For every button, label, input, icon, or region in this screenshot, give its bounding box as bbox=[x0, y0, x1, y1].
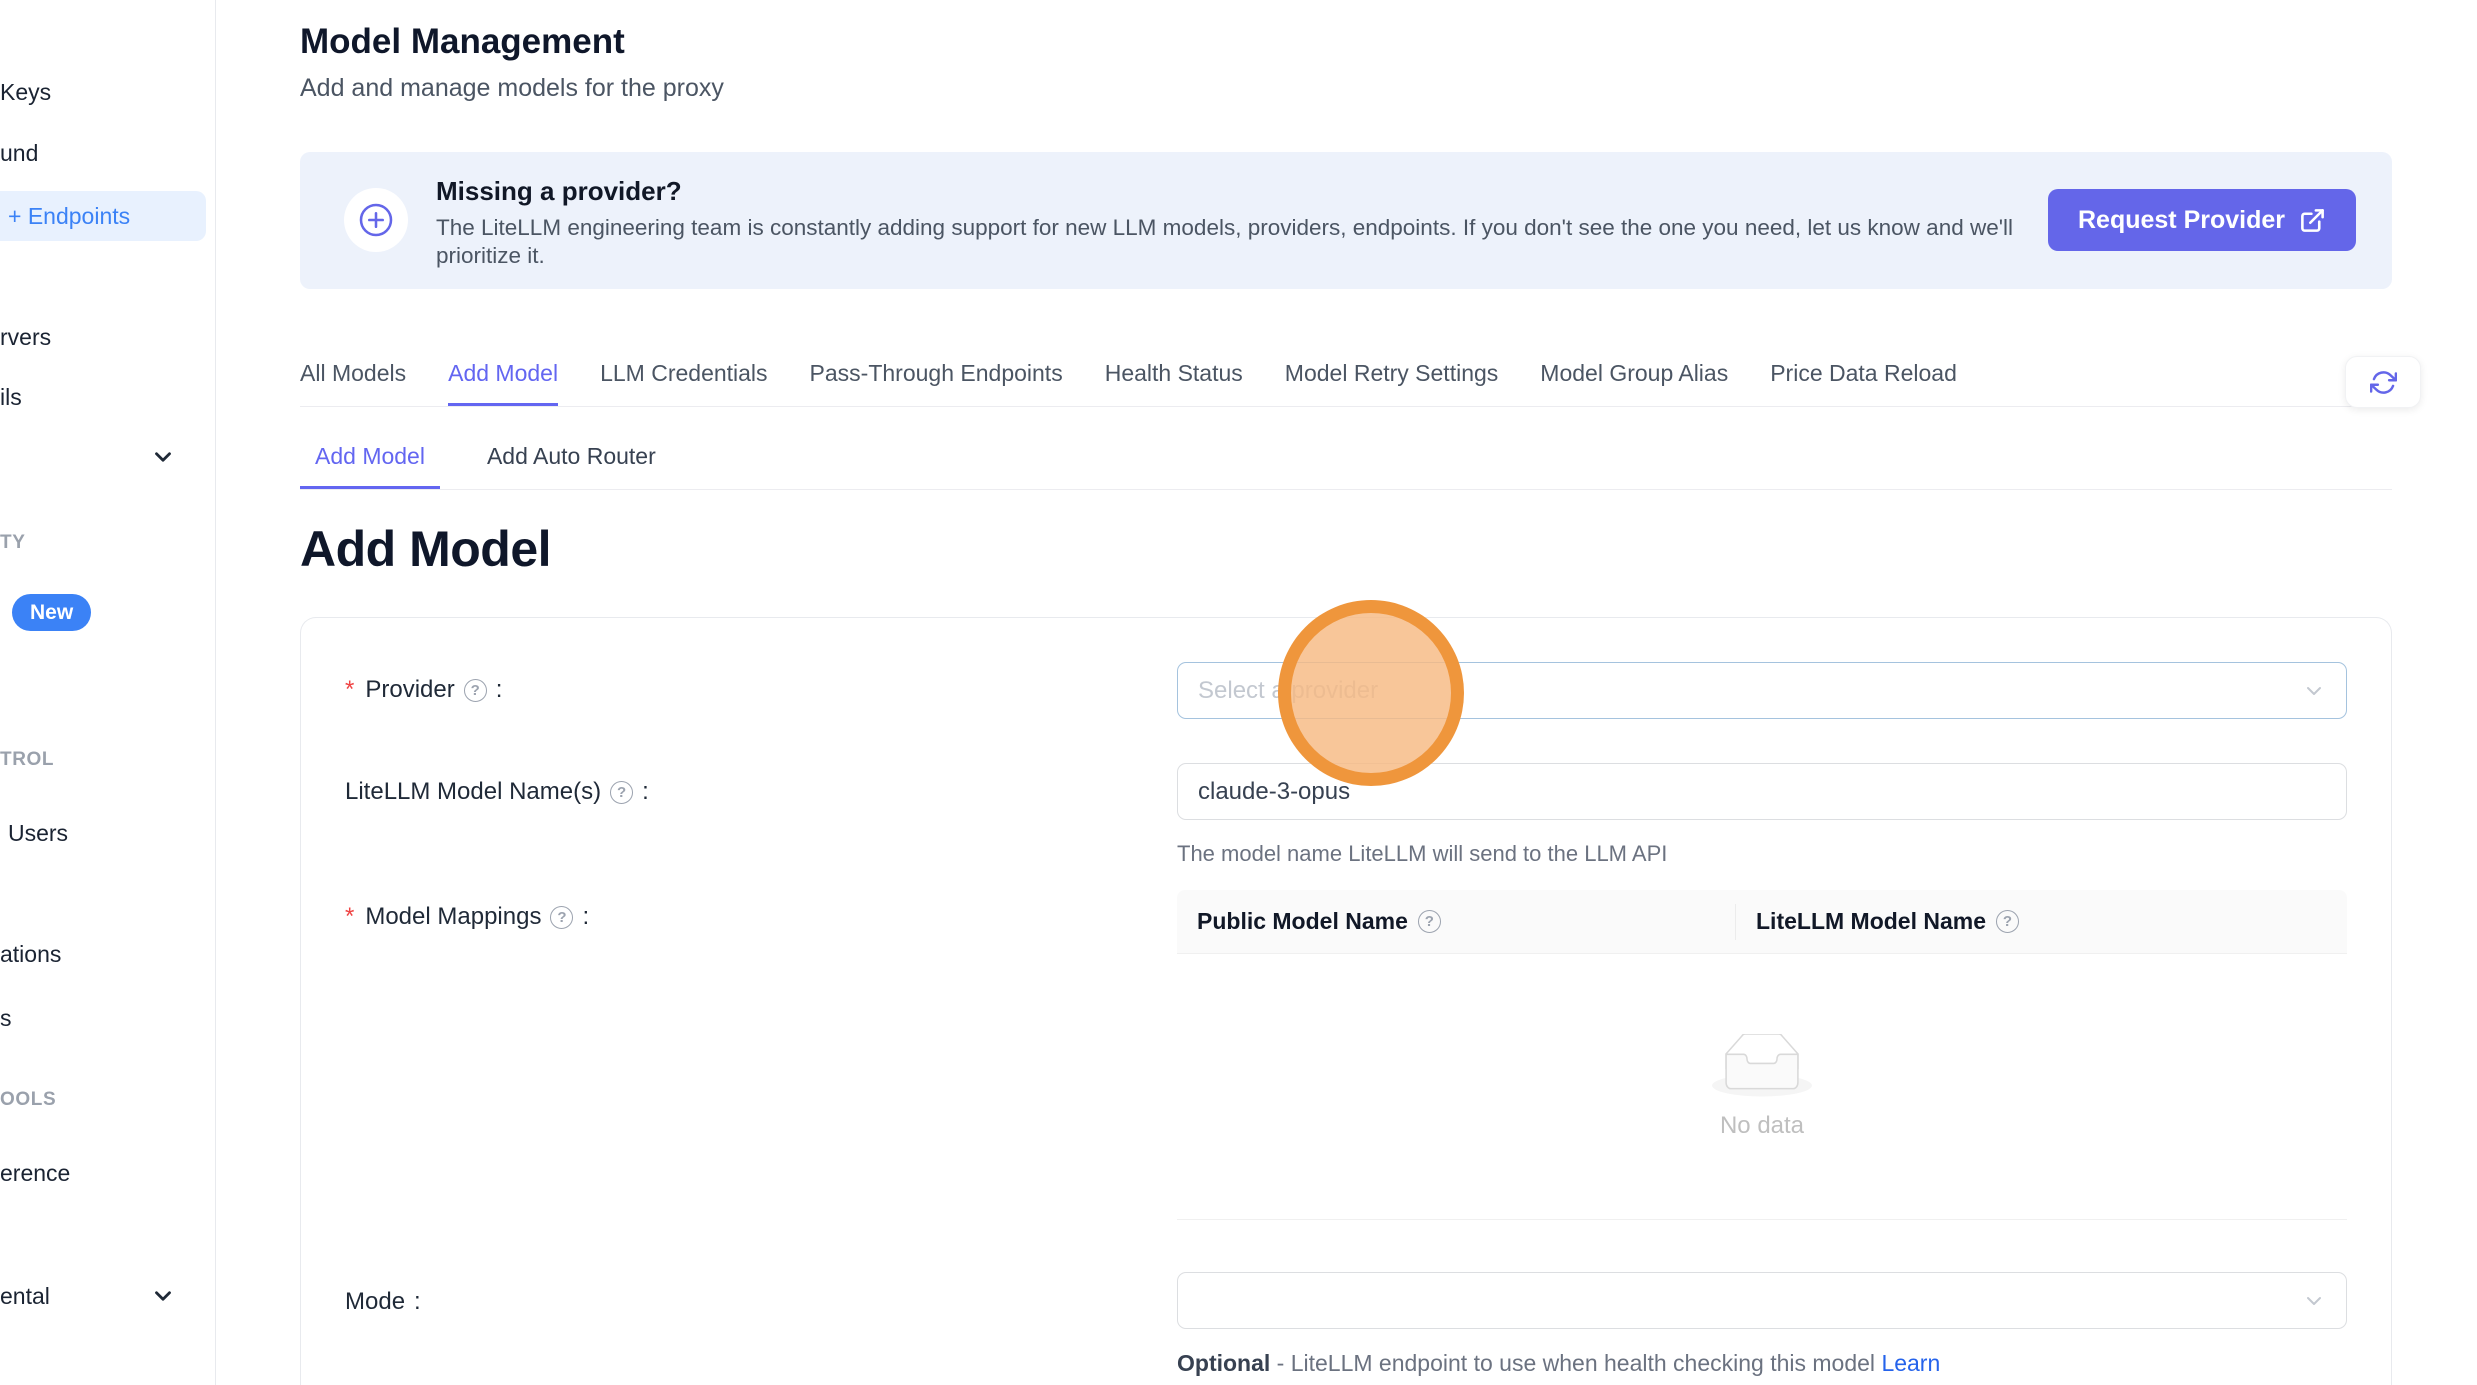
banner-body: The LiteLLM engineering team is constant… bbox=[436, 214, 2036, 270]
tab-all-models[interactable]: All Models bbox=[300, 360, 406, 406]
sidebar-item-playground[interactable]: und bbox=[0, 140, 38, 167]
help-icon[interactable]: ? bbox=[1996, 910, 2019, 933]
sidebar-item-new-feature[interactable]: New bbox=[12, 594, 91, 631]
sidebar-item-servers[interactable]: rvers bbox=[0, 324, 51, 351]
sidebar-item-label: ations bbox=[0, 941, 61, 967]
sidebar-item-api-reference[interactable]: erence bbox=[0, 1160, 70, 1187]
missing-provider-banner: Missing a provider? The LiteLLM engineer… bbox=[300, 152, 2392, 289]
sidebar-item-virtual-keys[interactable]: Keys bbox=[0, 79, 51, 106]
request-provider-button[interactable]: Request Provider bbox=[2048, 189, 2356, 251]
tab-price-data-reload[interactable]: Price Data Reload bbox=[1770, 360, 1957, 406]
model-tabs: All Models Add Model LLM Credentials Pas… bbox=[300, 360, 2392, 407]
provider-select[interactable]: Select a provider bbox=[1177, 662, 2347, 719]
column-label: Public Model Name bbox=[1197, 908, 1408, 935]
sidebar-collapsed-group[interactable] bbox=[150, 444, 176, 470]
add-model-subtabs: Add Model Add Auto Router bbox=[300, 443, 2392, 490]
provider-select-placeholder: Select a provider bbox=[1198, 677, 1378, 705]
sidebar-item-label: Keys bbox=[0, 79, 51, 105]
empty-inbox-icon bbox=[1712, 1034, 1812, 1098]
mode-helper-text: - LiteLLM endpoint to use when health ch… bbox=[1270, 1350, 1881, 1376]
provider-label: * Provider ? : bbox=[345, 676, 502, 704]
model-name-label-text: LiteLLM Model Name(s) bbox=[345, 778, 601, 806]
sidebar-item-label: + Endpoints bbox=[8, 203, 130, 230]
mode-label: Mode : bbox=[345, 1288, 421, 1316]
refresh-icon bbox=[2370, 369, 2397, 396]
tab-add-model[interactable]: Add Model bbox=[448, 360, 558, 406]
sidebar-section-header: TY bbox=[0, 532, 25, 554]
model-mappings-table: Public Model Name ? LiteLLM Model Name ?… bbox=[1177, 890, 2347, 1220]
request-provider-label: Request Provider bbox=[2078, 206, 2285, 235]
subtab-add-auto-router[interactable]: Add Auto Router bbox=[472, 443, 671, 489]
chevron-down-icon bbox=[2302, 679, 2326, 703]
sidebar-item-guardrails[interactable]: ils bbox=[0, 384, 22, 411]
provider-label-text: Provider bbox=[365, 676, 454, 704]
column-litellm-model-name: LiteLLM Model Name ? bbox=[1735, 904, 2019, 940]
litellm-admin-app: Keys und + Endpoints rvers ils TY New TR… bbox=[0, 0, 2477, 1385]
external-link-icon bbox=[2299, 207, 2326, 234]
plus-circle-icon bbox=[358, 202, 394, 238]
tab-model-retry-settings[interactable]: Model Retry Settings bbox=[1285, 360, 1498, 406]
sidebar-item-experimental-chevron[interactable] bbox=[150, 1283, 176, 1309]
sidebar-item-teams[interactable]: s bbox=[0, 1005, 12, 1032]
model-name-input-wrap bbox=[1177, 763, 2347, 820]
page-title: Model Management bbox=[300, 22, 625, 62]
sidebar-item-label: und bbox=[0, 140, 38, 166]
new-badge: New bbox=[30, 601, 73, 625]
model-name-label: LiteLLM Model Name(s) ? : bbox=[345, 778, 649, 806]
column-public-model-name: Public Model Name ? bbox=[1177, 908, 1735, 935]
chevron-down-icon bbox=[150, 444, 176, 470]
banner-title: Missing a provider? bbox=[436, 176, 682, 207]
mappings-table-header: Public Model Name ? LiteLLM Model Name ? bbox=[1177, 890, 2347, 954]
sidebar-item-label: Users bbox=[8, 820, 68, 846]
sidebar-item-label: rvers bbox=[0, 324, 51, 350]
label-colon: : bbox=[582, 903, 589, 931]
required-asterisk: * bbox=[345, 676, 354, 704]
sidebar-item-label: ental bbox=[0, 1283, 50, 1309]
mode-helper: Optional - LiteLLM endpoint to use when … bbox=[1177, 1350, 1940, 1377]
plus-circle-icon-wrap bbox=[344, 188, 408, 252]
required-asterisk: * bbox=[345, 903, 354, 931]
chevron-down-icon bbox=[2302, 1289, 2326, 1313]
model-name-input[interactable] bbox=[1198, 778, 2326, 806]
mode-helper-bold: Optional bbox=[1177, 1350, 1270, 1376]
sidebar-item-label: s bbox=[0, 1005, 12, 1031]
learn-more-link[interactable]: Learn bbox=[1881, 1350, 1940, 1376]
sidebar-section-header: TROL bbox=[0, 749, 54, 771]
no-data-text: No data bbox=[1720, 1112, 1804, 1140]
label-colon: : bbox=[642, 778, 649, 806]
page-subtitle: Add and manage models for the proxy bbox=[300, 74, 724, 103]
model-mappings-label: * Model Mappings ? : bbox=[345, 903, 589, 931]
sidebar-item-label: ils bbox=[0, 384, 22, 410]
sidebar-item-label: erence bbox=[0, 1160, 70, 1186]
sidebar-item-organizations[interactable]: ations bbox=[0, 941, 61, 968]
sidebar-section-label: TROL bbox=[0, 749, 54, 770]
form-heading: Add Model bbox=[300, 520, 551, 578]
label-colon: : bbox=[496, 676, 503, 704]
sidebar-section-label: OOLS bbox=[0, 1089, 56, 1110]
model-name-helper: The model name LiteLLM will send to the … bbox=[1177, 841, 1667, 867]
sidebar-section-label: TY bbox=[0, 532, 25, 553]
sidebar-item-internal-users[interactable]: Users bbox=[8, 820, 68, 847]
subtab-add-model[interactable]: Add Model bbox=[300, 443, 440, 489]
mappings-empty-state: No data bbox=[1177, 954, 2347, 1220]
sidebar: Keys und + Endpoints rvers ils TY New TR… bbox=[0, 0, 216, 1385]
label-colon: : bbox=[414, 1288, 421, 1316]
column-label: LiteLLM Model Name bbox=[1756, 908, 1986, 935]
mode-select[interactable] bbox=[1177, 1272, 2347, 1329]
help-icon[interactable]: ? bbox=[464, 679, 487, 702]
chevron-down-icon bbox=[150, 1283, 176, 1309]
tab-pass-through-endpoints[interactable]: Pass-Through Endpoints bbox=[810, 360, 1063, 406]
help-icon[interactable]: ? bbox=[1418, 910, 1441, 933]
mode-label-text: Mode bbox=[345, 1288, 405, 1316]
help-icon[interactable]: ? bbox=[550, 906, 573, 929]
refresh-button[interactable] bbox=[2345, 356, 2421, 408]
help-icon[interactable]: ? bbox=[610, 781, 633, 804]
sidebar-section-header: OOLS bbox=[0, 1089, 56, 1111]
tab-health-status[interactable]: Health Status bbox=[1105, 360, 1243, 406]
model-mappings-label-text: Model Mappings bbox=[365, 903, 541, 931]
tab-model-group-alias[interactable]: Model Group Alias bbox=[1540, 360, 1728, 406]
tab-llm-credentials[interactable]: LLM Credentials bbox=[600, 360, 767, 406]
sidebar-item-models-endpoints[interactable]: + Endpoints bbox=[0, 191, 206, 241]
sidebar-item-experimental[interactable]: ental bbox=[0, 1283, 50, 1310]
